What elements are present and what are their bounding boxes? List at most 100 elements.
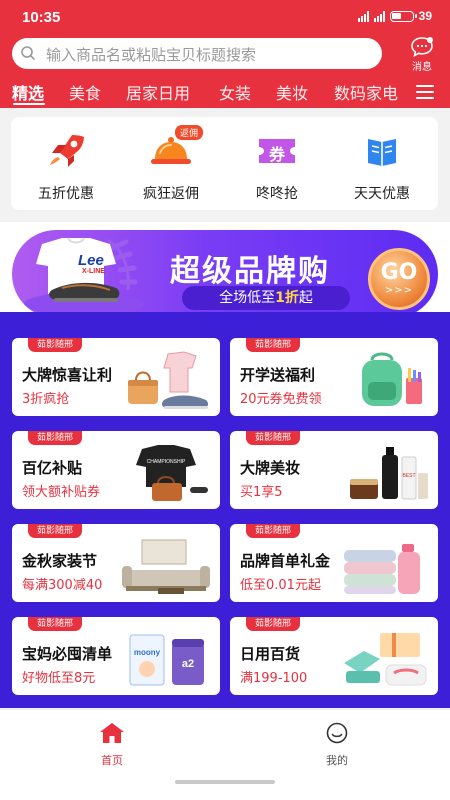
go-arrows-icon: >>> bbox=[384, 285, 414, 296]
promo-tag: 茹影随邢 bbox=[246, 617, 301, 631]
promo-subtitle: 领大额补贴券 bbox=[22, 485, 101, 500]
promo-grid: 茹影随邢 大牌惊喜让利 3折疯抢 茹影随邢 开学送福利 20元券免费领 茹影随邢… bbox=[0, 328, 450, 708]
search-input[interactable]: 输入商品名或粘贴宝贝标题搜索 bbox=[12, 38, 382, 69]
signal-icon bbox=[357, 10, 369, 22]
quick-action-label: 五折优惠 bbox=[38, 186, 94, 202]
banner-subtitle: 全场低至1折起 bbox=[182, 286, 350, 310]
promo-subtitle: 买1享5 bbox=[240, 485, 283, 500]
tshirt-bag-icon: CHAMPIONSHIP bbox=[136, 445, 208, 501]
household-goods-icon bbox=[344, 633, 427, 686]
nav-tab-profile[interactable]: 我的 bbox=[297, 722, 377, 768]
promo-tag: 茹影随邢 bbox=[28, 338, 83, 352]
promo-card-household[interactable]: 茹影随邢 日用百货 满199-100 bbox=[230, 617, 438, 695]
status-time: 10:35 bbox=[22, 9, 61, 26]
quick-action-half-price[interactable]: 五折优惠 bbox=[21, 131, 111, 203]
promo-subtitle: 好物低至8元 bbox=[22, 671, 96, 686]
tab-electronics[interactable]: 数码家电 bbox=[334, 80, 398, 104]
battery-level: 39 bbox=[418, 9, 432, 23]
category-menu-button[interactable] bbox=[416, 84, 436, 100]
promo-tag: 茹影随邢 bbox=[246, 338, 301, 352]
open-book-icon bbox=[368, 139, 396, 166]
promo-card-beauty[interactable]: 茹影随邢 大牌美妆 买1享5 BEST bbox=[230, 431, 438, 509]
search-icon bbox=[21, 46, 35, 60]
promo-tag: 茹影随邢 bbox=[28, 524, 83, 538]
towels-bottle-icon bbox=[344, 544, 420, 594]
promo-title: 品牌首单礼金 bbox=[240, 552, 331, 570]
tab-food[interactable]: 美食 bbox=[69, 80, 101, 104]
banner-shirt-sub: X-LINE bbox=[82, 268, 105, 275]
promo-tag: 茹影随邢 bbox=[246, 431, 301, 445]
search-placeholder: 输入商品名或粘贴宝贝标题搜索 bbox=[46, 46, 257, 64]
banner-section: Lee X-LINE 超级品牌购 全场低至1折起 GO >>> bbox=[0, 222, 450, 326]
promo-title: 大牌美妆 bbox=[240, 459, 301, 477]
tab-womens-wear[interactable]: 女装 bbox=[219, 80, 251, 104]
backpack-icon bbox=[362, 352, 422, 406]
quick-action-rebate[interactable]: 返佣 疯狂返佣 bbox=[126, 125, 216, 203]
promo-subtitle: 20元券免费领 bbox=[240, 392, 322, 407]
rocket-icon bbox=[50, 135, 84, 167]
diapers-formula-icon: moony a2 bbox=[129, 634, 204, 686]
promo-subtitle: 低至0.01元起 bbox=[240, 578, 321, 593]
banner-go-button[interactable]: GO >>> bbox=[368, 248, 430, 310]
promo-title: 百亿补贴 bbox=[22, 459, 83, 477]
coupon-ticket-icon: 券 bbox=[253, 131, 301, 171]
quick-action-flash-grab[interactable]: 券 咚咚抢 bbox=[232, 131, 322, 203]
promo-card-brand-deals[interactable]: 茹影随邢 大牌惊喜让利 3折疯抢 bbox=[12, 338, 220, 416]
nav-tab-home[interactable]: 首页 bbox=[72, 722, 152, 768]
promo-tag: 茹影随邢 bbox=[28, 617, 83, 631]
promo-title: 金秋家装节 bbox=[22, 552, 98, 570]
tshirt-print-text: CHAMPIONSHIP bbox=[147, 459, 186, 465]
promo-title: 日用百货 bbox=[240, 645, 301, 663]
sofa-icon bbox=[122, 539, 210, 594]
signal-icon-2 bbox=[373, 10, 385, 22]
promo-title: 宝妈必囤清单 bbox=[22, 645, 113, 663]
banner-shirt-brand: Lee bbox=[78, 252, 104, 269]
go-label: GO bbox=[380, 260, 418, 285]
quick-action-daily-deals[interactable]: 天天优惠 bbox=[337, 131, 427, 203]
tab-home-goods[interactable]: 居家日用 bbox=[126, 80, 190, 104]
promo-card-mom-essentials[interactable]: 茹影随邢 宝妈必囤清单 好物低至8元 moony a2 bbox=[12, 617, 220, 695]
coupon-ticket-char: 券 bbox=[268, 145, 285, 164]
banner-divider bbox=[0, 312, 450, 328]
promo-card-billion-subsidy[interactable]: 茹影随邢 百亿补贴 领大额补贴券 CHAMPIONSHIP bbox=[12, 431, 220, 509]
status-bar: 10:35 39 bbox=[0, 0, 450, 34]
quick-action-label: 咚咚抢 bbox=[256, 186, 298, 202]
banner-subtitle-pre: 全场低至 bbox=[219, 290, 276, 306]
promo-card-home-decor[interactable]: 茹影随邢 金秋家装节 每满300减40 bbox=[12, 524, 220, 602]
category-tabs: 精选 美食 居家日用 女装 美妆 数码家电 bbox=[0, 76, 450, 108]
banner-subtitle-post: 起 bbox=[298, 290, 313, 306]
handbag-sneaker-icon bbox=[128, 351, 209, 409]
promo-subtitle: 3折疯抢 bbox=[22, 392, 70, 407]
promo-tag: 茹影随邢 bbox=[246, 524, 301, 538]
bottom-nav: 首页 我的 bbox=[0, 709, 450, 800]
promo-card-back-to-school[interactable]: 茹影随邢 开学送福利 20元券免费领 bbox=[230, 338, 438, 416]
banner-title: 超级品牌购 bbox=[170, 254, 330, 289]
diaper-brand-text: moony bbox=[134, 648, 161, 657]
battery-icon bbox=[389, 10, 417, 22]
formula-brand-text: a2 bbox=[182, 658, 194, 670]
cosmetics-bottle-text: BEST bbox=[402, 473, 415, 479]
super-brand-banner[interactable]: Lee X-LINE 超级品牌购 全场低至1折起 GO >>> bbox=[12, 230, 438, 318]
banner-subtitle-highlight: 1折 bbox=[275, 290, 299, 306]
promo-title: 开学送福利 bbox=[240, 366, 316, 384]
messages-label: 消息 bbox=[412, 62, 432, 73]
cosmetics-icon: BEST bbox=[350, 447, 428, 500]
quick-action-label: 疯狂返佣 bbox=[143, 186, 199, 202]
promo-tag: 茹影随邢 bbox=[28, 431, 83, 445]
promo-card-first-order-gift[interactable]: 茹影随邢 品牌首单礼金 低至0.01元起 bbox=[230, 524, 438, 602]
home-indicator bbox=[175, 780, 275, 784]
quick-actions: 五折优惠 返佣 疯狂返佣 券 咚咚抢 天天优惠 bbox=[11, 117, 438, 210]
tab-beauty[interactable]: 美妆 bbox=[276, 80, 308, 104]
promo-subtitle: 每满300减40 bbox=[22, 578, 103, 593]
nav-tab-label: 首页 bbox=[101, 754, 123, 767]
rebate-badge: 返佣 bbox=[175, 125, 204, 140]
profile-icon bbox=[326, 722, 348, 744]
status-icons: 39 bbox=[357, 9, 432, 23]
nav-tab-label: 我的 bbox=[326, 754, 348, 767]
promo-title: 大牌惊喜让利 bbox=[22, 366, 113, 384]
messages-button[interactable]: 消息 bbox=[404, 36, 440, 73]
promo-subtitle: 满199-100 bbox=[240, 671, 308, 686]
tab-featured[interactable]: 精选 bbox=[12, 80, 44, 104]
tab-active-indicator bbox=[13, 103, 45, 105]
home-icon bbox=[100, 723, 124, 743]
